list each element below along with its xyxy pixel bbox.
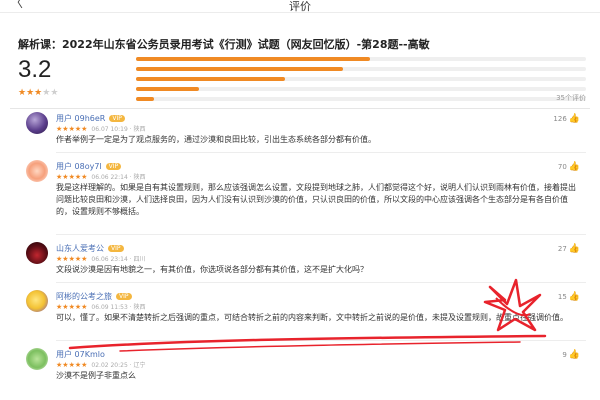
thumbs-up-icon: 👍 xyxy=(568,244,580,254)
rating-bar-fill xyxy=(136,67,343,71)
main-content: 解析课：2022年山东省公务员录用考试《行测》试题（网友回忆版）-第28题--高… xyxy=(10,22,590,400)
vip-badge: VIP xyxy=(116,293,132,300)
avatar[interactable] xyxy=(26,348,48,370)
rating-bar xyxy=(136,67,586,71)
star-icon: ★ xyxy=(81,125,88,133)
star-icon: ★ xyxy=(50,88,59,98)
thumbs-up-icon: 👍 xyxy=(568,350,580,360)
avatar[interactable] xyxy=(26,242,48,264)
page-title: 评价 xyxy=(289,0,311,13)
comment-username[interactable]: 山东人爱考公 VIP xyxy=(56,243,124,254)
comment-text: 文段说沙漠是因有地貌之一，有其价值，你选项说各部分都有其价值，这不是扩大化吗？ xyxy=(56,265,368,274)
rating-bar-fill xyxy=(136,57,370,61)
vip-badge: VIP xyxy=(105,163,122,170)
divider xyxy=(10,108,590,109)
like-button[interactable]: 9 👍 xyxy=(562,350,580,360)
like-button[interactable]: 15 👍 xyxy=(558,292,580,302)
like-button[interactable]: 126 👍 xyxy=(553,114,580,124)
thumbs-up-icon: 👍 xyxy=(568,162,580,172)
average-score: 3.2 xyxy=(18,56,52,83)
divider xyxy=(56,152,586,153)
star-icon: ★ xyxy=(81,173,88,181)
rating-bar xyxy=(136,87,586,91)
comment-text: 我是这样理解的。如果是自有其设置规则，那么应该强调怎么设置，文段提到地球之肺，人… xyxy=(56,183,576,216)
comment-username[interactable]: 用户 07Kmlo xyxy=(56,349,105,360)
vip-badge: VIP xyxy=(108,245,124,252)
rating-bar-fill xyxy=(136,97,154,101)
avatar[interactable] xyxy=(26,160,48,182)
divider xyxy=(56,282,586,283)
thumbs-up-icon: 👍 xyxy=(568,292,580,302)
comment-username[interactable]: 用户 09h6eR VIP xyxy=(56,113,125,124)
avatar[interactable] xyxy=(26,290,48,312)
star-icon: ★ xyxy=(81,255,88,263)
comment-meta: 06.07 10:19 · 陕西 xyxy=(91,126,146,133)
like-count: 126 xyxy=(553,115,567,123)
comment-stars: ★★★★★ 06.09 11:53 · 陕西 xyxy=(56,302,146,311)
rating-distribution xyxy=(136,57,586,107)
rating-bar xyxy=(136,57,586,61)
like-count: 9 xyxy=(562,351,567,359)
thumbs-up-icon: 👍 xyxy=(568,114,580,124)
rating-count: 35个评价 xyxy=(556,94,586,102)
course-title: 解析课：2022年山东省公务员录用考试《行测》试题（网友回忆版）-第28题--高… xyxy=(18,38,430,51)
comment-stars: ★★★★★ 06.06 22:14 · 陕西 xyxy=(56,172,146,181)
divider xyxy=(56,234,586,235)
star-icon: ★ xyxy=(26,88,35,98)
review-page: 〈 评价 解析课：2022年山东省公务员录用考试《行测》试题（网友回忆版）-第2… xyxy=(0,0,600,400)
top-bar: 〈 评价 xyxy=(0,0,600,13)
avatar[interactable] xyxy=(26,112,48,134)
rating-bar-fill xyxy=(136,87,199,91)
comment-username[interactable]: 阿彬的公考之旅 VIP xyxy=(56,291,132,302)
comment-meta: 02.02 20:25 · 辽宁 xyxy=(91,362,146,369)
rating-bar-fill xyxy=(136,77,285,81)
comment-stars: ★★★★★ 06.06 23:14 · 四川 xyxy=(56,254,146,263)
comment-username[interactable]: 用户 08oy7l VIP xyxy=(56,161,122,172)
rating-bar xyxy=(136,97,586,101)
like-button[interactable]: 70 👍 xyxy=(558,162,580,172)
like-count: 70 xyxy=(557,163,567,171)
like-count: 15 xyxy=(557,293,567,301)
comment-meta: 06.06 23:14 · 四川 xyxy=(91,256,146,263)
divider xyxy=(56,340,586,341)
comment-text: 可以，懂了。如果不清楚转折之后强调的重点，可结合转折之前的内容来判断，文中转折之… xyxy=(56,313,568,322)
like-button[interactable]: 27 👍 xyxy=(558,244,580,254)
comment-text: 作者举例子一定是为了观点服务的，通过沙漠和良田比较，引出生态系统各部分都有价值。 xyxy=(56,135,376,144)
comment-text: 沙漠不是例子非重点么 xyxy=(56,371,136,380)
star-icon: ★ xyxy=(18,88,27,98)
star-icon: ★ xyxy=(81,303,88,311)
average-stars: ★★★★★ xyxy=(18,88,58,98)
comment-stars: ★★★★★ 02.02 20:25 · 辽宁 xyxy=(56,360,146,369)
comment-meta: 06.06 22:14 · 陕西 xyxy=(91,174,146,181)
star-icon: ★ xyxy=(81,361,88,369)
like-count: 27 xyxy=(557,245,567,253)
comment-stars: ★★★★★ 06.07 10:19 · 陕西 xyxy=(56,124,146,133)
comment-meta: 06.09 11:53 · 陕西 xyxy=(91,304,146,311)
vip-badge: VIP xyxy=(109,115,125,122)
rating-bar xyxy=(136,77,586,81)
